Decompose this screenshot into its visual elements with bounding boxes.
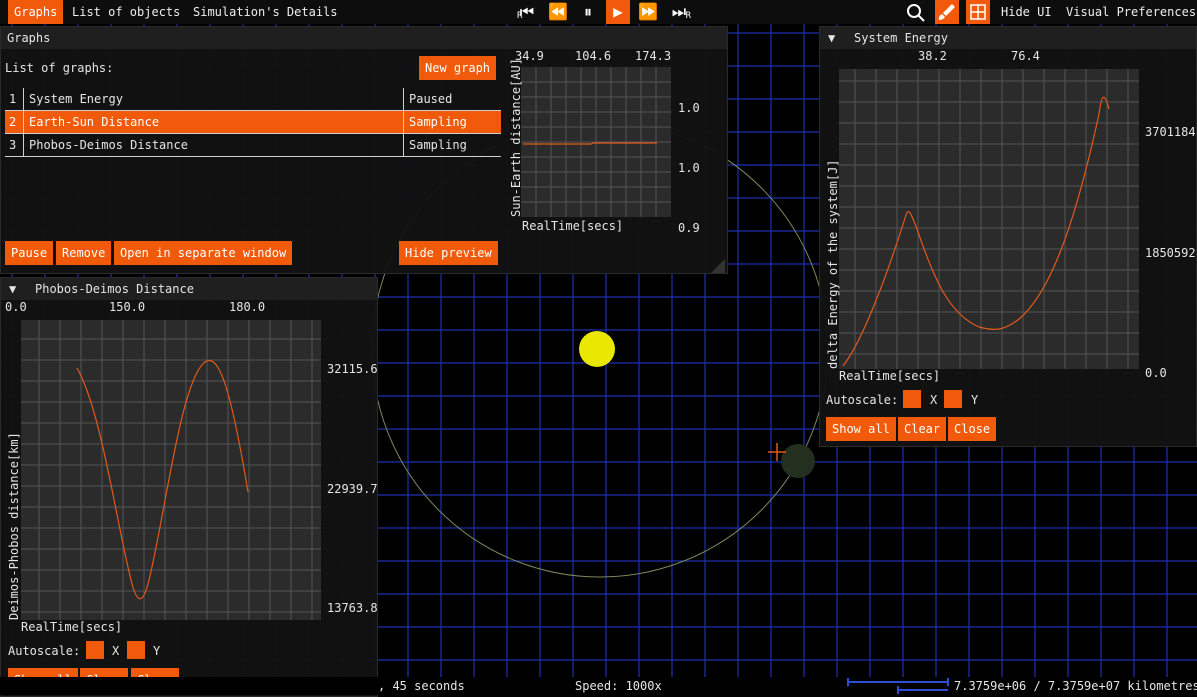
visual-preferences-button[interactable]: Visual Preferences — [1060, 0, 1197, 24]
y-axis-label: Deimos-Phobos distance[km] — [7, 432, 21, 620]
x-tick: 38.2 — [918, 49, 947, 63]
row-name: Earth-Sun Distance — [29, 115, 160, 129]
x-tick: 150.0 — [109, 300, 146, 314]
fast-forward-icon[interactable]: ⏩ — [636, 0, 660, 24]
speed-readout: Speed: 1000x — [575, 679, 662, 693]
row-number: 2 — [9, 115, 17, 129]
pause-icon[interactable]: ⏸ — [576, 0, 600, 24]
y-tick: 1850592 — [1145, 246, 1196, 260]
status-bar: , 45 seconds Speed: 1000x 7.3759e+06 / 7… — [0, 677, 1197, 695]
system-energy-panel: ▼ System Energy 38.2 76.4 3701184 185059… — [819, 26, 1197, 447]
menu-graphs[interactable]: Graphs — [8, 0, 64, 24]
phobos-deimos-title: Phobos-Deimos Distance — [35, 282, 194, 296]
brush-icon[interactable] — [935, 0, 959, 24]
system-energy-plot[interactable] — [839, 69, 1139, 369]
resize-grip-icon[interactable] — [709, 257, 725, 273]
phobos-deimos-plot[interactable] — [21, 320, 321, 620]
y-tick: 3701184 — [1145, 125, 1196, 139]
list-of-graphs-label: List of graphs: — [5, 61, 114, 75]
autoscale-y-label: Y — [971, 393, 979, 407]
collapse-arrow-icon[interactable]: ▼ — [9, 278, 16, 300]
row-status: Paused — [409, 92, 453, 106]
open-separate-window-button[interactable]: Open in separate window — [114, 241, 293, 265]
preview-x-axis-label: RealTime[secs] — [522, 219, 624, 233]
preview-trace — [523, 142, 657, 145]
forward-r-label: R — [685, 11, 691, 21]
clear-button[interactable]: Clear — [898, 417, 947, 441]
forward-realtime-button[interactable]: ⏭ R — [667, 0, 691, 24]
preview-x-tick: 174.3 — [635, 49, 672, 63]
y-axis-label: delta Energy of the system[J] — [826, 159, 840, 369]
rewind-realtime-button[interactable]: ⏮ R — [515, 0, 539, 24]
autoscale-y-label: Y — [153, 644, 161, 658]
system-energy-trace — [842, 96, 1110, 367]
y-tick: 0.0 — [1145, 366, 1167, 380]
earth — [781, 444, 815, 478]
x-axis-label: RealTime[secs] — [839, 369, 941, 383]
x-tick: 0.0 — [5, 300, 27, 314]
table-row[interactable]: 1 System Energy Paused — [5, 88, 501, 111]
x-axis-label: RealTime[secs] — [21, 620, 123, 634]
graphs-panel: Graphs List of graphs: New graph 1 Syste… — [0, 26, 728, 274]
autoscale-label: Autoscale: — [8, 644, 81, 658]
y-tick: 22939.7 — [327, 482, 378, 496]
preview-y-axis-label: Sun-Earth distance[AU] — [509, 58, 523, 217]
preview-x-tick: 104.6 — [575, 49, 612, 63]
sun — [579, 331, 615, 367]
row-status: Sampling — [409, 115, 467, 129]
autoscale-x-checkbox[interactable] — [86, 641, 104, 659]
rewind-r-label: R — [517, 11, 523, 21]
graphs-panel-title: Graphs — [1, 27, 727, 49]
table-row-selected[interactable]: 2 Earth-Sun Distance Sampling — [5, 111, 501, 134]
phobos-deimos-trace — [76, 359, 249, 600]
table-row[interactable]: 3 Phobos-Deimos Distance Sampling — [5, 134, 501, 157]
elapsed-time: , 45 seconds — [378, 679, 465, 693]
y-tick: 32115.6 — [327, 362, 378, 376]
phobos-deimos-panel: ▼ Phobos-Deimos Distance 0.0 150.0 180.0… — [0, 277, 378, 697]
x-tick: 76.4 — [1011, 49, 1040, 63]
system-energy-title: System Energy — [854, 31, 948, 45]
preview-y-tick: 0.9 — [678, 221, 700, 235]
row-number: 3 — [9, 138, 17, 152]
autoscale-y-checkbox[interactable] — [944, 390, 962, 408]
hide-preview-button[interactable]: Hide preview — [399, 241, 498, 265]
show-all-button[interactable]: Show all — [826, 417, 896, 441]
rewind-icon[interactable]: ⏪ — [546, 0, 570, 24]
menu-list-of-objects[interactable]: List of objects — [66, 0, 186, 24]
scale-bar-icon — [847, 678, 949, 694]
close-button[interactable]: Close — [948, 417, 997, 441]
row-name: Phobos-Deimos Distance — [29, 138, 188, 152]
menu-simulation-details[interactable]: Simulation's Details — [187, 0, 344, 24]
autoscale-y-checkbox[interactable] — [127, 641, 145, 659]
autoscale-x-label: X — [930, 393, 938, 407]
scale-readout: 7.3759e+06 / 7.3759e+07 kilometres — [954, 679, 1197, 693]
row-name: System Energy — [29, 92, 123, 106]
autoscale-x-checkbox[interactable] — [903, 390, 921, 408]
search-icon[interactable] — [904, 0, 928, 24]
collapse-arrow-icon[interactable]: ▼ — [828, 27, 835, 49]
preview-y-tick: 1.0 — [678, 101, 700, 115]
autoscale-label: Autoscale: — [826, 393, 899, 407]
row-status: Sampling — [409, 138, 467, 152]
hide-ui-button[interactable]: Hide UI — [995, 0, 1058, 24]
preview-plot-area[interactable] — [521, 67, 671, 217]
pause-button[interactable]: Pause — [5, 241, 54, 265]
grid-icon[interactable] — [966, 0, 990, 24]
autoscale-x-label: X — [112, 644, 120, 658]
y-tick: 13763.8 — [327, 601, 378, 615]
remove-button[interactable]: Remove — [56, 241, 112, 265]
phobos-deimos-title-bar[interactable]: ▼ Phobos-Deimos Distance — [1, 278, 377, 300]
play-icon[interactable]: ▶ — [606, 0, 630, 24]
x-tick: 180.0 — [229, 300, 266, 314]
menu-bar: Graphs List of objects Simulation's Deta… — [0, 0, 1197, 24]
system-energy-title-bar[interactable]: ▼ System Energy — [820, 27, 1196, 49]
new-graph-button[interactable]: New graph — [419, 56, 497, 80]
preview-y-tick: 1.0 — [678, 161, 700, 175]
row-number: 1 — [9, 92, 17, 106]
